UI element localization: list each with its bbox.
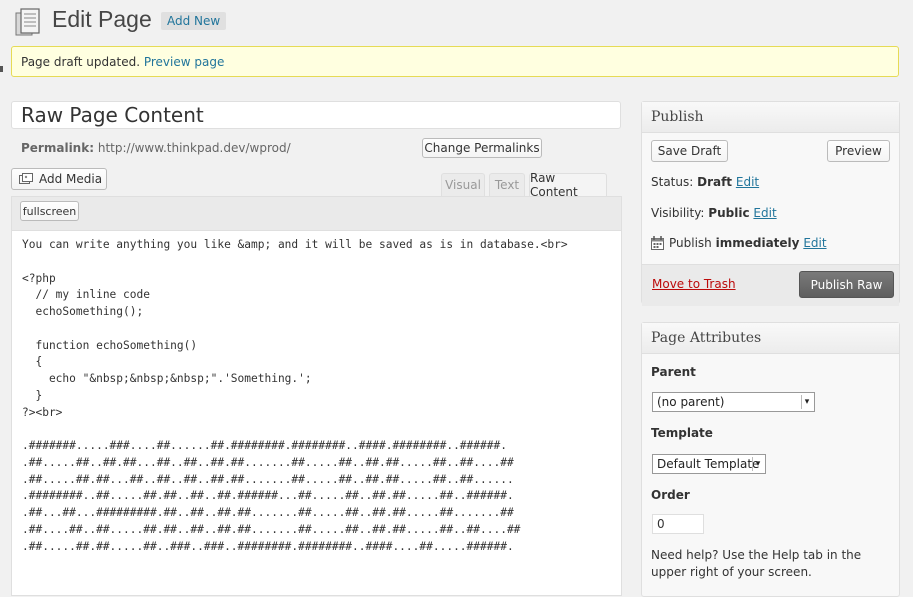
add-media-label: Add Media [39, 172, 103, 186]
add-new-button[interactable]: Add New [161, 12, 227, 30]
status-value: Draft [697, 175, 733, 189]
pages-icon [15, 7, 43, 37]
publish-box-title: Publish [651, 109, 704, 125]
save-draft-button[interactable]: Save Draft [651, 140, 728, 162]
parent-select[interactable]: (no parent) ▾ [652, 392, 815, 412]
notice-text: Page draft updated. [21, 55, 141, 69]
calendar-icon [651, 236, 664, 250]
move-to-trash-link[interactable]: Move to Trash [652, 277, 736, 291]
order-input[interactable]: 0 [652, 514, 704, 534]
page-title: Edit Page [52, 6, 152, 32]
template-select[interactable]: Default Template ▾ [652, 454, 766, 474]
visibility-value: Public [708, 206, 750, 220]
permalink-url[interactable]: http://www.thinkpad.dev/wprod/ [98, 141, 291, 155]
edit-visibility-link[interactable]: Edit [753, 206, 776, 220]
page-attributes-box: Page Attributes Parent (no parent) ▾ Tem… [641, 322, 900, 597]
chevron-down-icon: ▾ [801, 395, 812, 409]
template-select-value: Default Template [657, 457, 760, 471]
post-title-input[interactable] [11, 101, 621, 129]
status-row: Status: Draft Edit [651, 175, 759, 189]
editor-toolbar: fullscreen [12, 197, 621, 231]
preview-page-link[interactable]: Preview page [144, 55, 225, 69]
edit-publish-date-link[interactable]: Edit [803, 236, 826, 250]
permalink-label: Permalink: [21, 141, 95, 155]
edit-status-link[interactable]: Edit [736, 175, 759, 189]
publish-actions: Move to Trash Publish Raw [642, 264, 899, 306]
parent-label: Parent [651, 365, 696, 379]
help-text: Need help? Use the Help tab in the upper… [651, 548, 862, 579]
publish-box-header[interactable]: Publish [642, 102, 899, 133]
chevron-down-icon: ▾ [752, 457, 763, 471]
order-label: Order [651, 488, 690, 502]
visibility-row: Visibility: Public Edit [651, 206, 777, 220]
tab-raw-content[interactable]: Raw Content [529, 171, 607, 199]
publish-label: Publish [669, 236, 712, 250]
change-permalinks-button[interactable]: Change Permalinks [422, 138, 542, 158]
publish-box: Publish Save Draft Preview Status: Draft… [641, 101, 900, 306]
tab-visual[interactable]: Visual [441, 173, 485, 196]
publish-raw-button[interactable]: Publish Raw [799, 271, 894, 298]
edge-marker [0, 66, 3, 72]
editor: fullscreen You can write anything you li… [11, 196, 622, 596]
update-notice: Page draft updated. Preview page [11, 46, 899, 77]
page-attributes-header[interactable]: Page Attributes [642, 323, 899, 354]
permalink: Permalink: http://www.thinkpad.dev/wprod… [21, 141, 291, 155]
visibility-label: Visibility: [651, 206, 705, 220]
preview-button[interactable]: Preview [827, 140, 890, 162]
page-attributes-title: Page Attributes [651, 330, 762, 346]
status-label: Status: [651, 175, 694, 189]
editor-content-textarea[interactable]: You can write anything you like &amp; an… [22, 237, 568, 555]
publish-date-row: Publish immediately Edit [651, 236, 827, 250]
parent-select-value: (no parent) [657, 395, 725, 409]
publish-value: immediately [715, 236, 800, 250]
add-media-button[interactable]: Add Media [11, 168, 107, 190]
fullscreen-button[interactable]: fullscreen [20, 201, 79, 221]
tab-text[interactable]: Text [489, 173, 525, 196]
media-icon [19, 173, 33, 185]
template-label: Template [651, 426, 713, 440]
